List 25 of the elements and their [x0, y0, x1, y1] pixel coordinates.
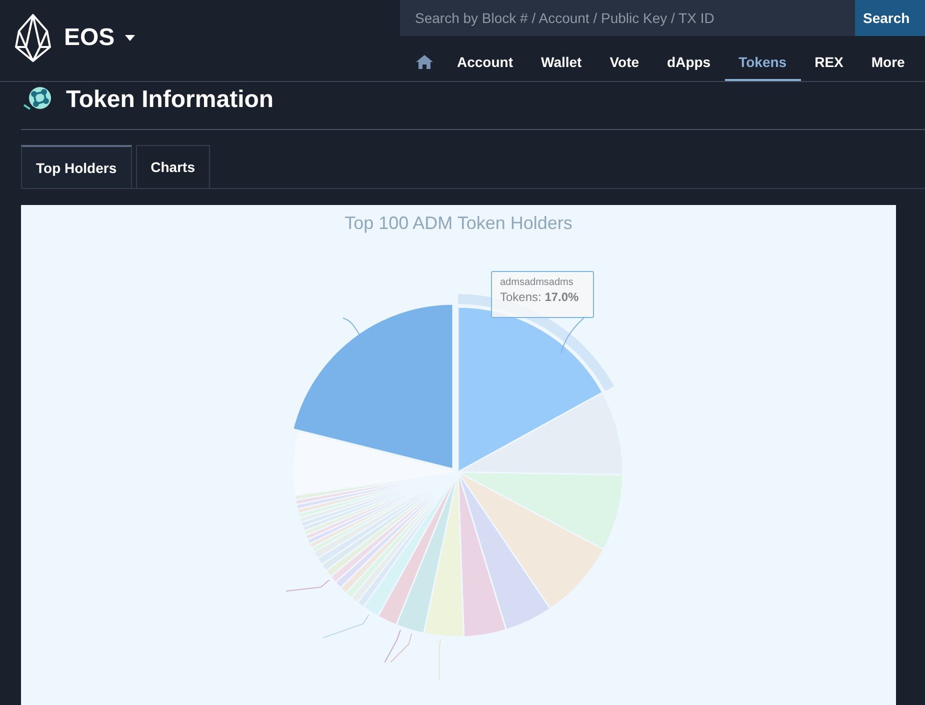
nav-link[interactable]: Account	[443, 44, 527, 81]
nav-link[interactable]: Tokens	[724, 44, 801, 81]
nav-link[interactable]: dApps	[653, 44, 725, 81]
eos-logo-icon	[14, 13, 52, 63]
leader-line	[384, 629, 401, 663]
nav-link[interactable]: Vote	[596, 44, 654, 81]
tooltip-name: admsadmsadms	[500, 277, 574, 288]
caret-icon	[124, 35, 135, 41]
leader-line	[342, 318, 362, 338]
home-icon	[416, 54, 433, 68]
chart-title: Top 100 ADM Token Holders	[344, 213, 574, 234]
leader-line	[390, 633, 412, 663]
network-dropdown[interactable]: EOS	[64, 24, 135, 52]
leader-line	[322, 614, 370, 638]
leader-line	[438, 638, 441, 680]
search-field[interactable]: Search by Block # / Account / Public Key / TX ID	[400, 0, 855, 36]
tooltip-value: Tokens: 17.0%	[500, 290, 580, 304]
nav-link[interactable]: Wallet	[527, 44, 596, 81]
tab[interactable]: Top Holders	[21, 145, 132, 188]
leader-line	[285, 580, 330, 592]
page-title: Token Information	[66, 86, 274, 114]
nav-link[interactable]: More	[857, 44, 919, 81]
nav-link[interactable]: REX	[800, 44, 858, 81]
search-button[interactable]: Search	[855, 0, 925, 36]
tab[interactable]: Charts	[136, 145, 210, 188]
